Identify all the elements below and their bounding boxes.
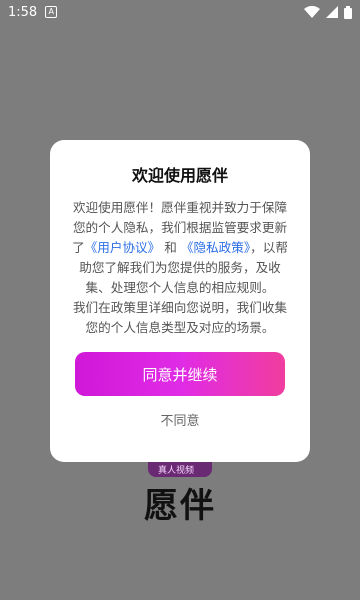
privacy-dialog: 欢迎使用愿伴 欢迎使用愿伴！愿伴重视并致力于保障您的个人隐私，我们根据监管要求更…	[50, 140, 310, 462]
dialog-body: 欢迎使用愿伴！愿伴重视并致力于保障您的个人隐私，我们根据监管要求更新了《用户协议…	[68, 198, 292, 338]
status-bar: 1:58 A	[0, 0, 360, 24]
dialog-paragraph-2: 我们在政策里详细向您说明，我们收集您的个人信息类型及对应的场景。	[72, 300, 288, 335]
wifi-icon	[304, 6, 320, 18]
agree-button[interactable]: 同意并继续	[75, 352, 285, 396]
dialog-paragraph-1: 欢迎使用愿伴！愿伴重视并致力于保障您的个人隐私，我们根据监管要求更新了《用户协议…	[68, 198, 292, 298]
status-right	[304, 5, 352, 19]
user-agreement-link[interactable]: 《用户协议》	[85, 240, 161, 255]
battery-icon	[344, 5, 352, 19]
decline-button[interactable]: 不同意	[68, 410, 292, 429]
privacy-policy-link[interactable]: 《隐私政策》	[181, 240, 250, 255]
signal-icon	[326, 6, 338, 18]
status-time: 1:58	[8, 4, 38, 20]
status-left: 1:58 A	[8, 4, 58, 20]
logo-text: 真人视频	[158, 466, 195, 476]
notification-icon: A	[45, 6, 58, 18]
app-name: 愿伴	[144, 486, 216, 526]
connector-and: 和	[164, 240, 177, 255]
dialog-title: 欢迎使用愿伴	[131, 166, 228, 185]
